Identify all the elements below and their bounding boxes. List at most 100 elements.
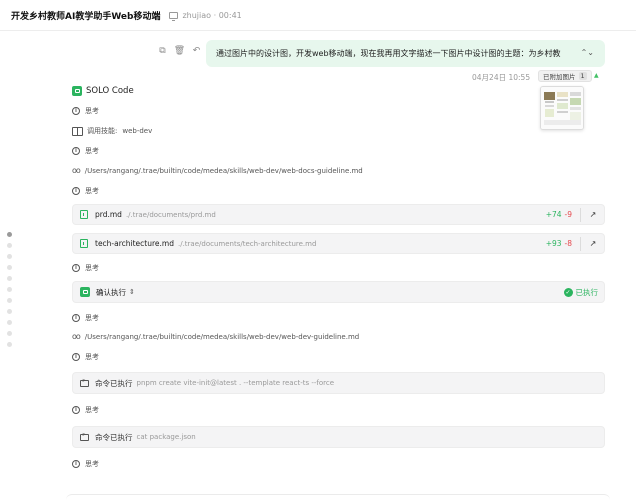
thinking-label: 思考 [85,460,99,468]
timeline-rail [7,232,12,347]
arrow-up-right-icon[interactable]: ↗ [588,239,598,248]
meta-separator: · [213,10,217,20]
confirm-execution-card[interactable]: 确认执行 ⇕ ✓ 已执行 [72,281,605,303]
command-card-2[interactable]: 命令已执行 cat package.json [72,426,605,448]
thinking-step-1[interactable]: i 思考 [72,106,99,116]
thinking-step-7[interactable]: i 思考 [72,405,99,415]
thinking-step-5[interactable]: i 思考 [72,313,99,323]
task-meta: zhujiao · 00:41 [182,11,241,20]
command-label: 命令已执行 [95,432,133,442]
trash-icon[interactable]: 🗑 [174,47,185,56]
top-bar: 开发乡村教师AI教学助手Web移动端 zhujiao · 00:41 [0,0,636,31]
thinking-step-3[interactable]: i 思考 [72,186,99,196]
file-name: tech-architecture.md [95,239,174,248]
thinking-step-4[interactable]: i 思考 [72,263,99,273]
chevron-updown-icon[interactable]: ⇕ [129,288,135,296]
command-text: cat package.json [136,433,196,441]
skill-step[interactable]: 调用技能: web-dev [72,126,152,136]
thinking-icon: i [72,147,80,155]
timeline-dot[interactable] [7,342,12,347]
expand-chevron-icon[interactable]: ⌃⌄ [581,48,594,57]
command-label: 命令已执行 [95,378,133,388]
file-path: ./.trae/documents/prd.md [125,210,216,219]
read-path: /Users/rangang/.trae/builtin/code/medea/… [84,166,363,175]
file-name: prd.md [95,210,122,219]
lines-added: +74 [545,210,562,219]
file-path: ./.trae/documents/tech-architecture.md [177,239,317,248]
thinking-label: 思考 [85,353,99,361]
thinking-step-2[interactable]: i 思考 [72,146,99,156]
thinking-step-6[interactable]: i 思考 [72,352,99,362]
message-actions: ⧉ 🗑 ↶ [158,47,201,56]
monitor-icon [169,11,179,21]
timeline-dot[interactable] [7,254,12,259]
lines-removed: -9 [564,210,572,219]
file-edit-icon [80,210,88,219]
terminal-icon [80,378,89,387]
thinking-label: 思考 [85,107,99,115]
check-circle-icon: ✓ [563,287,573,297]
task-title: 开发乡村教师AI教学助手Web移动端 [11,11,161,22]
solo-code-logo-icon [72,86,82,96]
thinking-icon: i [72,314,80,322]
read-step-2[interactable]: oo /Users/rangang/.trae/builtin/code/med… [72,332,359,341]
timeline-dot[interactable] [7,243,12,248]
user-name: zhujiao [182,10,212,20]
message-timestamp: 04月24日 10:55 [472,73,531,82]
lines-added: +93 [545,239,562,248]
read-step-1[interactable]: oo /Users/rangang/.trae/builtin/code/med… [72,166,363,175]
file-edit-icon [80,239,88,248]
thinking-label: 思考 [85,314,99,322]
timeline-dot[interactable] [7,287,12,292]
glasses-icon: oo [72,332,81,341]
user-message-bubble[interactable]: 通过图片中的设计图，开发web移动端，现在我再用文字描述一下图片中设计图的主题：… [206,40,605,67]
copy-icon[interactable]: ⧉ [158,47,167,56]
input-panel-edge [66,494,610,500]
thinking-icon: i [72,460,80,468]
timeline-dot[interactable] [7,232,12,237]
book-icon [72,127,83,136]
undo-icon[interactable]: ↶ [192,47,201,56]
solo-code-logo-icon [80,287,90,297]
thinking-icon: i [72,264,80,272]
read-path: /Users/rangang/.trae/builtin/code/medea/… [84,332,360,341]
thinking-label: 思考 [85,264,99,272]
command-card-1[interactable]: 命令已执行 pnpm create vite-init@latest . --t… [72,372,605,394]
attachment-badge[interactable]: 已附加图片 1 [538,70,592,82]
divider [580,236,581,251]
attachment-count: 1 [578,72,587,80]
execution-status: 已执行 [575,287,599,297]
thinking-icon: i [72,353,80,361]
user-message-text: 通过图片中的设计图，开发web移动端，现在我再用文字描述一下图片中设计图的主题：… [216,49,561,58]
attachment-flag-icon: ▲ [594,72,599,79]
divider [580,207,581,222]
skill-label: 调用技能: [87,127,118,135]
attachment-thumbnail[interactable] [540,86,584,130]
lines-removed: -8 [564,239,572,248]
agent-name: SOLO Code [86,86,134,96]
file-card-prd[interactable]: prd.md ./.trae/documents/prd.md +74 -9 ↗ [72,204,605,225]
timeline-dot[interactable] [7,320,12,325]
timeline-dot[interactable] [7,331,12,336]
elapsed-time: 00:41 [218,10,242,20]
confirm-label: 确认执行 [96,287,126,297]
terminal-icon [80,432,89,441]
glasses-icon: oo [72,166,81,175]
thinking-icon: i [72,107,80,115]
thinking-label: 思考 [85,406,99,414]
timeline-dot[interactable] [7,298,12,303]
attachment-label: 已附加图片 [543,73,576,81]
file-card-tech-architecture[interactable]: tech-architecture.md ./.trae/documents/t… [72,233,605,254]
timeline-dot[interactable] [7,276,12,281]
skill-value: web-dev [122,127,153,135]
arrow-up-right-icon[interactable]: ↗ [588,210,598,219]
thinking-step-8[interactable]: i 思考 [72,459,99,469]
thinking-label: 思考 [85,187,99,195]
thinking-icon: i [72,187,80,195]
timeline-dot[interactable] [7,265,12,270]
command-text: pnpm create vite-init@latest . --templat… [136,379,335,387]
timeline-dot[interactable] [7,309,12,314]
thinking-icon: i [72,406,80,414]
thinking-label: 思考 [85,147,99,155]
thumbnail-image [541,87,583,129]
